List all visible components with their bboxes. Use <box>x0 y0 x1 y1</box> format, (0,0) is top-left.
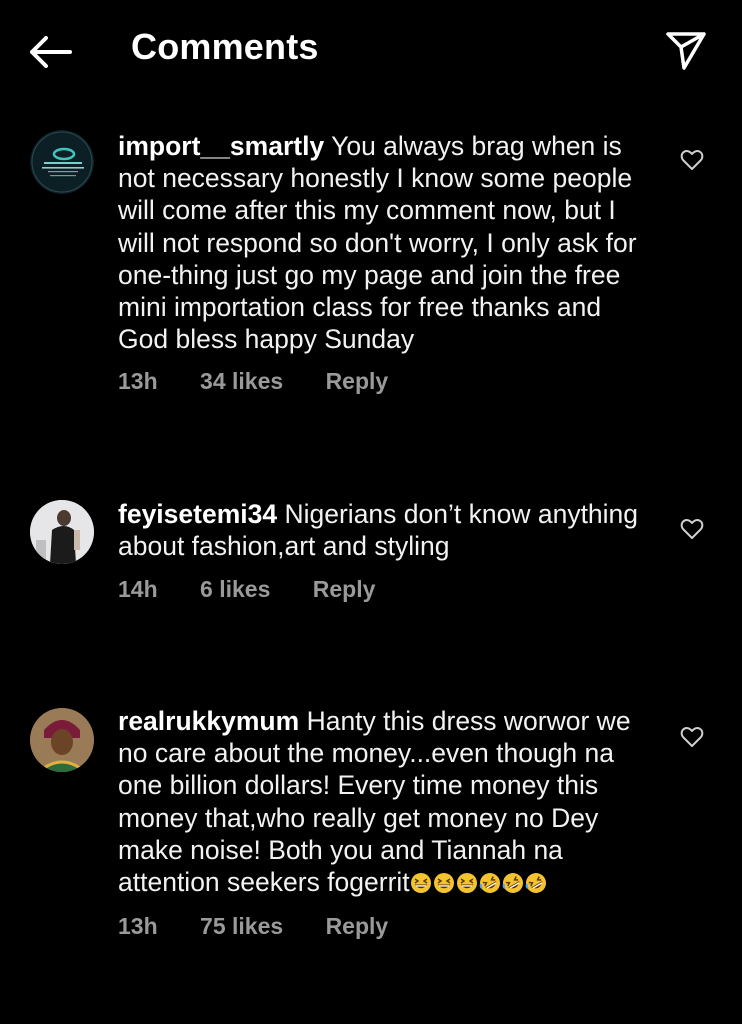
emoji-row <box>410 867 548 897</box>
heart-outline-icon <box>680 519 704 539</box>
avatar[interactable] <box>30 130 94 194</box>
top-bar: Comments <box>0 0 742 104</box>
grinning-squinting-face-icon <box>456 873 477 894</box>
like-button[interactable] <box>680 726 704 748</box>
heart-outline-icon <box>680 727 704 747</box>
comment-time: 13h <box>118 913 158 939</box>
like-button[interactable] <box>680 149 704 171</box>
reply-button[interactable]: Reply <box>326 368 389 395</box>
reply-button[interactable]: Reply <box>326 913 389 940</box>
comment-username[interactable]: realrukkymum <box>118 706 299 736</box>
comment-likes[interactable]: 75 likes <box>200 913 283 940</box>
comment-username[interactable]: import__smartly <box>118 131 324 161</box>
comment-text: feyisetemi34 Nigerians don’t know anythi… <box>118 498 658 562</box>
comment-meta: 13h 75 likes Reply <box>118 913 388 940</box>
share-button[interactable] <box>662 26 710 74</box>
comment-time: 14h <box>118 576 158 602</box>
reply-button[interactable]: Reply <box>313 576 376 603</box>
comment-likes[interactable]: 6 likes <box>200 576 270 603</box>
grinning-squinting-face-icon <box>410 873 431 894</box>
comment-meta: 14h 6 likes Reply <box>118 576 375 603</box>
heart-outline-icon <box>680 150 704 170</box>
avatar[interactable] <box>30 708 94 772</box>
comment-body: You always brag when is not necessary ho… <box>118 131 637 355</box>
grinning-squinting-face-icon <box>433 873 454 894</box>
comment-meta: 13h 34 likes Reply <box>118 368 388 395</box>
rolling-on-floor-laughing-icon <box>479 873 500 894</box>
arrow-left-icon <box>30 36 72 68</box>
comment-time: 13h <box>118 368 158 394</box>
comment-username[interactable]: feyisetemi34 <box>118 499 277 529</box>
paper-plane-icon <box>666 32 706 70</box>
like-button[interactable] <box>680 518 704 540</box>
page-title: Comments <box>131 26 319 67</box>
comment-text: import__smartly You always brag when is … <box>118 130 658 355</box>
back-button[interactable] <box>26 32 74 72</box>
comment-text: realrukkymum Hanty this dress worwor we … <box>118 705 658 898</box>
rolling-on-floor-laughing-icon <box>502 873 523 894</box>
rolling-on-floor-laughing-icon <box>525 873 546 894</box>
comment-likes[interactable]: 34 likes <box>200 368 283 395</box>
avatar[interactable] <box>30 500 94 564</box>
